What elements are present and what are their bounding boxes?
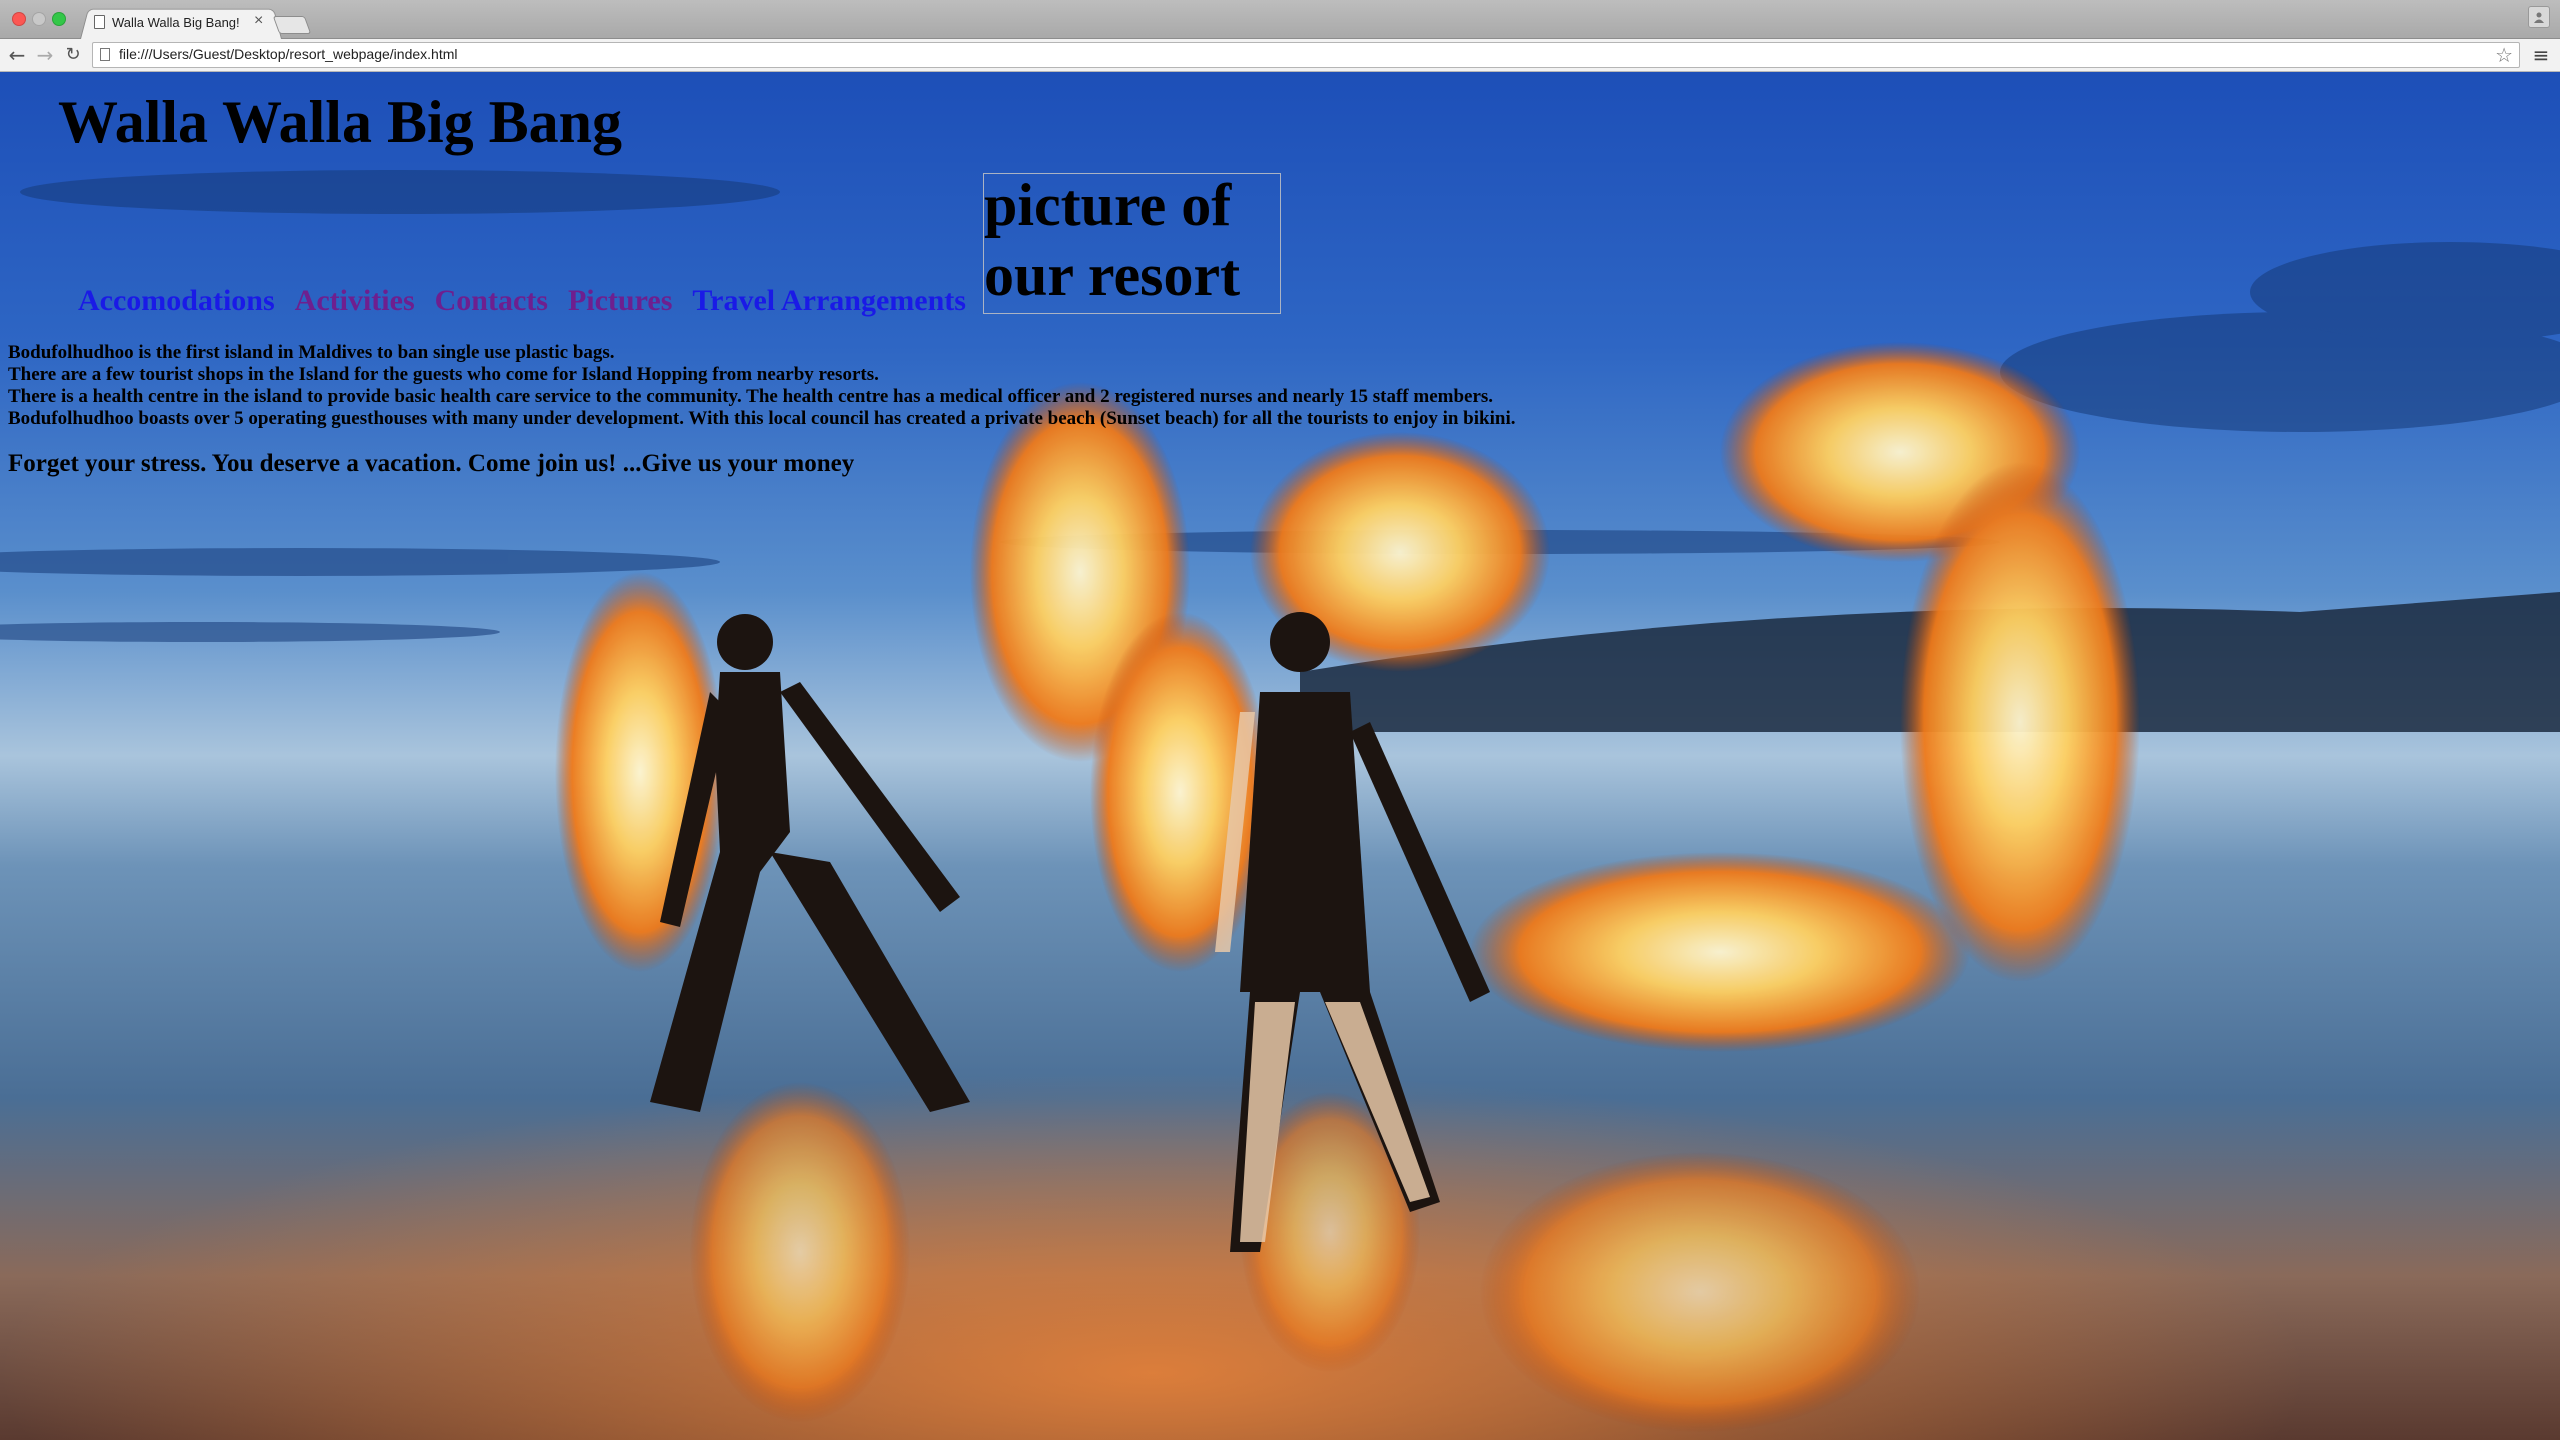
info-line: Bodufolhudhoo boasts over 5 operating gu…: [8, 408, 1516, 429]
browser-toolbar: ← → ↻ file:///Users/Guest/Desktop/resort…: [0, 39, 2560, 72]
page-viewport: Walla Walla Big Bang picture of our reso…: [0, 72, 2560, 1440]
nav-link-travel-arrangements[interactable]: Travel Arrangements: [692, 284, 966, 318]
address-bar[interactable]: file:///Users/Guest/Desktop/resort_webpa…: [92, 42, 2520, 68]
minimize-window-icon[interactable]: [32, 12, 46, 26]
close-window-icon[interactable]: [12, 12, 26, 26]
title-bar: Walla Walla Big Bang! ×: [0, 0, 2560, 40]
nav-link-activities[interactable]: Activities: [295, 284, 415, 318]
info-line: Bodufolhudhoo is the first island in Mal…: [8, 342, 615, 363]
tab-title: Walla Walla Big Bang!: [112, 15, 240, 30]
tab-close-icon[interactable]: ×: [254, 12, 263, 30]
resort-picture-placeholder: picture of our resort: [983, 172, 1281, 314]
profile-person-icon: [2534, 12, 2544, 23]
forward-arrow-icon[interactable]: →: [32, 42, 58, 68]
reload-icon[interactable]: ↻: [60, 42, 86, 68]
info-line: There are a few tourist shops in the Isl…: [8, 364, 879, 385]
back-arrow-icon[interactable]: ←: [4, 42, 30, 68]
island-info: Bodufolhudhoo is the first island in Mal…: [8, 342, 1515, 430]
maximize-window-icon[interactable]: [52, 12, 66, 26]
profile-icon[interactable]: [2528, 6, 2550, 28]
page-favicon-icon: [94, 15, 105, 29]
url-text[interactable]: file:///Users/Guest/Desktop/resort_webpa…: [119, 46, 458, 62]
tagline: Forget your stress. You deserve a vacati…: [8, 450, 855, 477]
main-nav: Accomodations Activities Contacts Pictur…: [78, 284, 982, 318]
menu-icon[interactable]: ≡: [2528, 42, 2554, 68]
resort-picture-alt-text: picture of our resort: [984, 172, 1241, 308]
info-line: There is a health centre in the island t…: [8, 386, 1494, 407]
page-icon: [100, 48, 110, 61]
nav-link-accomodations[interactable]: Accomodations: [78, 284, 275, 318]
star-icon[interactable]: ☆: [2495, 43, 2513, 67]
nav-link-pictures[interactable]: Pictures: [568, 284, 672, 318]
site-title: Walla Walla Big Bang: [58, 89, 623, 155]
nav-link-contacts[interactable]: Contacts: [435, 284, 548, 318]
active-tab-content[interactable]: Walla Walla Big Bang! ×: [88, 12, 278, 36]
new-tab-button[interactable]: [272, 16, 312, 34]
browser-window: Walla Walla Big Bang! × ← → ↻ file:///Us…: [0, 0, 2560, 1440]
